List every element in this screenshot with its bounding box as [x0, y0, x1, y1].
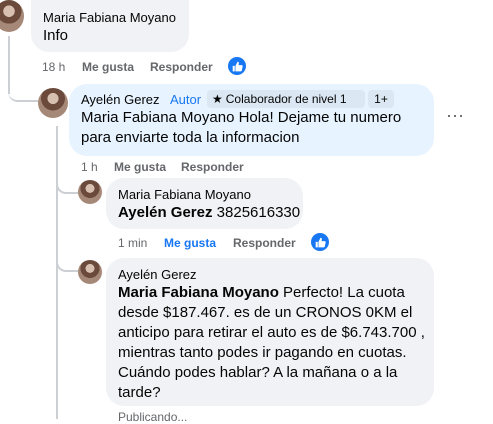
like-action[interactable]: Me gusta	[164, 236, 216, 250]
star-icon: ★	[212, 92, 223, 106]
comment-bubble: Ayelén Gerez Maria Fabiana Moyano Perfec…	[106, 258, 434, 406]
comment-text: Info	[43, 27, 69, 44]
thread-connector	[56, 170, 80, 194]
comment-time[interactable]: 18 h	[42, 60, 65, 74]
avatar[interactable]	[78, 180, 102, 204]
comment-author[interactable]: Ayelén Gerez	[81, 92, 160, 107]
author-tag: Autor	[170, 92, 202, 107]
thumbs-up-icon[interactable]	[311, 233, 329, 251]
more-options-icon[interactable]: ⋯	[446, 106, 465, 127]
avatar[interactable]	[38, 88, 68, 118]
badge-count-text: 1+	[374, 92, 388, 106]
comment-bubble: Maria Fabiana Moyano Info	[31, 0, 189, 52]
comment-message: Perfecto! La cuota desde $187.467. es de…	[118, 284, 425, 401]
badge-label: Colaborador de nivel 1	[225, 92, 347, 106]
mention[interactable]: Maria Fabiana Moyano	[118, 284, 279, 301]
thread-connector	[56, 248, 80, 272]
comment-author[interactable]: Ayelén Gerez	[118, 267, 197, 282]
thumbs-up-icon[interactable]	[228, 57, 246, 75]
thread-line	[56, 192, 58, 419]
avatar[interactable]	[78, 260, 102, 284]
comment-time[interactable]: 1 min	[118, 236, 147, 250]
avatar[interactable]	[0, 0, 24, 32]
comment-message: 3825616330	[216, 204, 301, 221]
comment-actions: 1 min Me gusta Responder	[118, 236, 318, 252]
comment-text: Maria Fabiana Moyano Hola! Dejame tu num…	[81, 108, 426, 148]
contributor-badge[interactable]: ★ Colaborador de nivel 1	[207, 90, 365, 108]
comment-status: Publicando...	[118, 410, 188, 424]
comment-author[interactable]: Maria Fabiana Moyano	[43, 10, 176, 25]
reply-action[interactable]: Responder	[181, 160, 244, 174]
mention[interactable]: Ayelén Gerez	[118, 204, 213, 221]
comment-text: Ayelén Gerez 3825616330	[118, 203, 300, 223]
badge-count[interactable]: 1+	[368, 90, 394, 108]
comment-actions: 18 h Me gusta Responder	[42, 60, 282, 76]
like-action[interactable]: Me gusta	[82, 60, 134, 74]
comment-text: Maria Fabiana Moyano Perfecto! La cuota …	[118, 283, 428, 403]
like-action[interactable]: Me gusta	[114, 160, 166, 174]
comment-time[interactable]: 1 h	[81, 160, 98, 174]
reply-action[interactable]: Responder	[233, 236, 296, 250]
comment-bubble: Maria Fabiana Moyano Ayelén Gerez 382561…	[106, 178, 303, 229]
reply-action[interactable]: Responder	[150, 60, 213, 74]
thread-connector	[8, 60, 38, 102]
comment-actions: 1 h Me gusta Responder	[81, 160, 321, 176]
comment-bubble: Ayelén Gerez Autor ★ Colaborador de nive…	[69, 84, 434, 156]
mention[interactable]: Maria Fabiana Moyano	[81, 109, 234, 126]
comment-author[interactable]: Maria Fabiana Moyano	[118, 187, 251, 202]
